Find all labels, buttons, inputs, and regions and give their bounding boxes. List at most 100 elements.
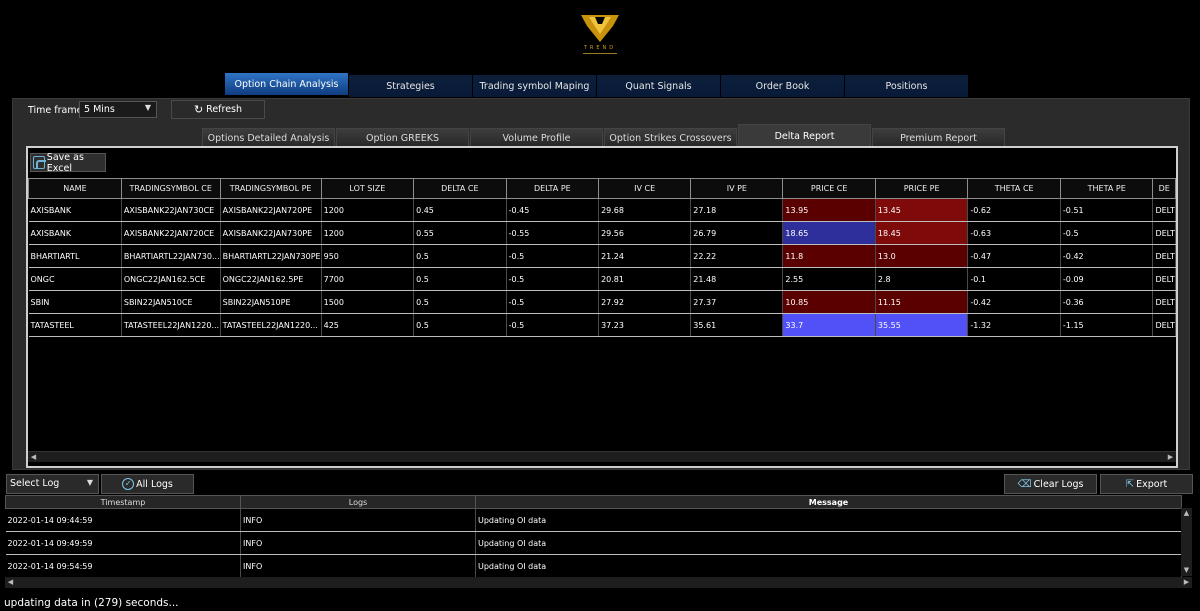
log-cell: INFO [240, 531, 476, 555]
sub-tab-bar: Options Detailed Analysis Option GREEKS … [202, 124, 1006, 148]
log-select-value: Select Log [10, 478, 60, 489]
table-row[interactable]: ONGC ONGC22JAN162.5CE ONGC22JAN162.5PE 7700… [28, 267, 1176, 291]
table-cell: AXISBANK22JAN730CE [121, 198, 221, 222]
tab-volume-profile[interactable]: Volume Profile [470, 128, 603, 148]
table-cell: 0.55 [413, 221, 507, 245]
timeframe-select[interactable]: 5 Mins ▼ [79, 101, 157, 118]
table-row[interactable]: SBIN SBIN22JAN510CE SBIN22JAN510PE 1500 0.5-… [28, 290, 1176, 314]
table-cell: 1500 [321, 290, 415, 314]
table-cell: -0.62 [967, 198, 1061, 222]
log-col-message[interactable]: Message [475, 495, 1182, 509]
log-row[interactable]: 2022-01-14 09:49:59 INFO Updating OI data [5, 531, 1182, 555]
export-icon: ⇱ [1125, 478, 1135, 490]
column-header[interactable]: DELTA PE [505, 178, 600, 199]
scroll-down-icon[interactable]: ▼ [1181, 565, 1192, 576]
table-cell: ONGC22JAN162.5PE [220, 267, 322, 291]
column-header[interactable]: DE [1152, 178, 1176, 199]
grid-horizontal-scrollbar[interactable]: ◀ ▶ [28, 451, 1176, 462]
table-cell: 10.85 [782, 290, 876, 314]
timeframe-label: Time frame [28, 105, 83, 116]
table-cell: -0.45 [506, 198, 600, 222]
column-header[interactable]: TRADINGSYMBOL CE [120, 178, 221, 199]
tab-option-chain-analysis[interactable]: Option Chain Analysis [225, 73, 349, 95]
column-header[interactable]: IV CE [598, 178, 692, 199]
table-cell: SBIN22JAN510CE [121, 290, 221, 314]
all-logs-button[interactable]: ✓ All Logs [101, 474, 194, 494]
column-header[interactable]: NAME [28, 178, 122, 199]
table-cell: 29.68 [598, 198, 692, 222]
column-header[interactable]: THETA PE [1059, 178, 1154, 199]
tab-trading-symbol-maping[interactable]: Trading symbol Maping [473, 75, 597, 97]
table-cell: 18.45 [875, 221, 969, 245]
table-cell: -0.5 [506, 290, 600, 314]
column-header[interactable]: PRICE PE [874, 178, 969, 199]
timeframe-value: 5 Mins [84, 104, 115, 115]
tab-strategies[interactable]: Strategies [349, 75, 473, 97]
scroll-left-icon[interactable]: ◀ [28, 452, 39, 463]
tab-option-greeks[interactable]: Option GREEKS [336, 128, 469, 148]
broom-icon: ⌫ [1017, 478, 1032, 490]
table-cell: -0.1 [967, 267, 1061, 291]
log-cell: 2022-01-14 09:54:59 [5, 554, 241, 578]
table-cell: AXISBANK22JAN720PE [220, 198, 322, 222]
tab-positions[interactable]: Positions [845, 75, 969, 97]
table-cell: 0.5 [413, 267, 507, 291]
table-row[interactable]: AXISBANK AXISBANK22JAN720CE AXISBANK22JAN7… [28, 221, 1176, 245]
log-cell: 2022-01-14 09:49:59 [5, 531, 241, 555]
log-row[interactable]: 2022-01-14 09:44:59 INFO Updating OI data [5, 508, 1182, 532]
table-cell: DELT [1152, 221, 1176, 245]
scroll-left-icon[interactable]: ◀ [5, 577, 16, 588]
column-header[interactable]: IV PE [690, 178, 784, 199]
check-circle-icon: ✓ [122, 478, 135, 490]
refresh-icon: ↻ [193, 103, 204, 116]
table-cell: 2.8 [875, 267, 969, 291]
log-select[interactable]: Select Log ▼ [6, 474, 99, 494]
table-cell: 0.5 [413, 244, 507, 268]
tab-premium-report[interactable]: Premium Report [872, 128, 1005, 148]
tab-order-book[interactable]: Order Book [721, 75, 845, 97]
log-cell: Updating OI data [475, 508, 1182, 532]
table-cell: 37.23 [598, 313, 692, 337]
table-cell: -0.5 [506, 244, 600, 268]
log-col-timestamp[interactable]: Timestamp [5, 495, 241, 509]
log-horizontal-scrollbar[interactable]: ◀ ▶ [5, 577, 1192, 588]
table-cell: AXISBANK [28, 198, 122, 222]
column-header[interactable]: THETA CE [967, 178, 1061, 199]
column-header[interactable]: PRICE CE [782, 178, 876, 199]
tab-option-strikes-crossovers[interactable]: Option Strikes Crossovers [604, 128, 737, 148]
table-cell: -0.51 [1060, 198, 1154, 222]
table-row[interactable]: TATASTEEL TATASTEEL22JAN1220... TATASTEEL2… [28, 313, 1176, 337]
column-header[interactable]: TRADINGSYMBOL PE [219, 178, 322, 199]
refresh-button[interactable]: ↻ Refresh [171, 100, 265, 119]
export-button[interactable]: ⇱ Export [1100, 474, 1193, 494]
scroll-up-icon[interactable]: ▲ [1181, 508, 1192, 519]
column-header[interactable]: DELTA CE [413, 178, 507, 199]
table-cell: DELT [1152, 267, 1176, 291]
log-col-logs[interactable]: Logs [240, 495, 476, 509]
log-cell: INFO [240, 508, 476, 532]
table-cell: 11.8 [782, 244, 876, 268]
tab-options-detailed-analysis[interactable]: Options Detailed Analysis [202, 128, 335, 148]
table-cell: 27.37 [690, 290, 784, 314]
table-cell: 1200 [321, 221, 415, 245]
table-cell: 950 [321, 244, 415, 268]
table-cell: 0.45 [413, 198, 507, 222]
dropdown-caret-icon: ▼ [144, 103, 151, 112]
table-row[interactable]: BHARTIARTL BHARTIARTL22JAN730... BHARTIART… [28, 244, 1176, 268]
log-vertical-scrollbar[interactable]: ▲ ▼ [1181, 508, 1192, 576]
table-cell: DELT [1152, 244, 1176, 268]
table-cell: DELT [1152, 290, 1176, 314]
table-cell: -0.63 [967, 221, 1061, 245]
clear-logs-button[interactable]: ⌫ Clear Logs [1004, 474, 1097, 494]
scroll-right-icon[interactable]: ▶ [1181, 577, 1192, 588]
save-as-excel-button[interactable]: Save as Excel [30, 152, 106, 174]
scroll-right-icon[interactable]: ▶ [1165, 452, 1176, 463]
tab-quant-signals[interactable]: Quant Signals [597, 75, 721, 97]
delta-report-grid: Save as Excel NAME TRADINGSYMBOL CE TRADIN… [26, 146, 1178, 468]
table-cell: 13.0 [875, 244, 969, 268]
table-row[interactable]: AXISBANK AXISBANK22JAN730CE AXISBANK22JAN7… [28, 198, 1176, 222]
log-row[interactable]: 2022-01-14 09:54:59 INFO Updating OI data [5, 554, 1182, 578]
tab-delta-report[interactable]: Delta Report [738, 124, 871, 148]
column-header[interactable]: LOT SIZE [320, 178, 415, 199]
table-cell: 21.24 [598, 244, 692, 268]
